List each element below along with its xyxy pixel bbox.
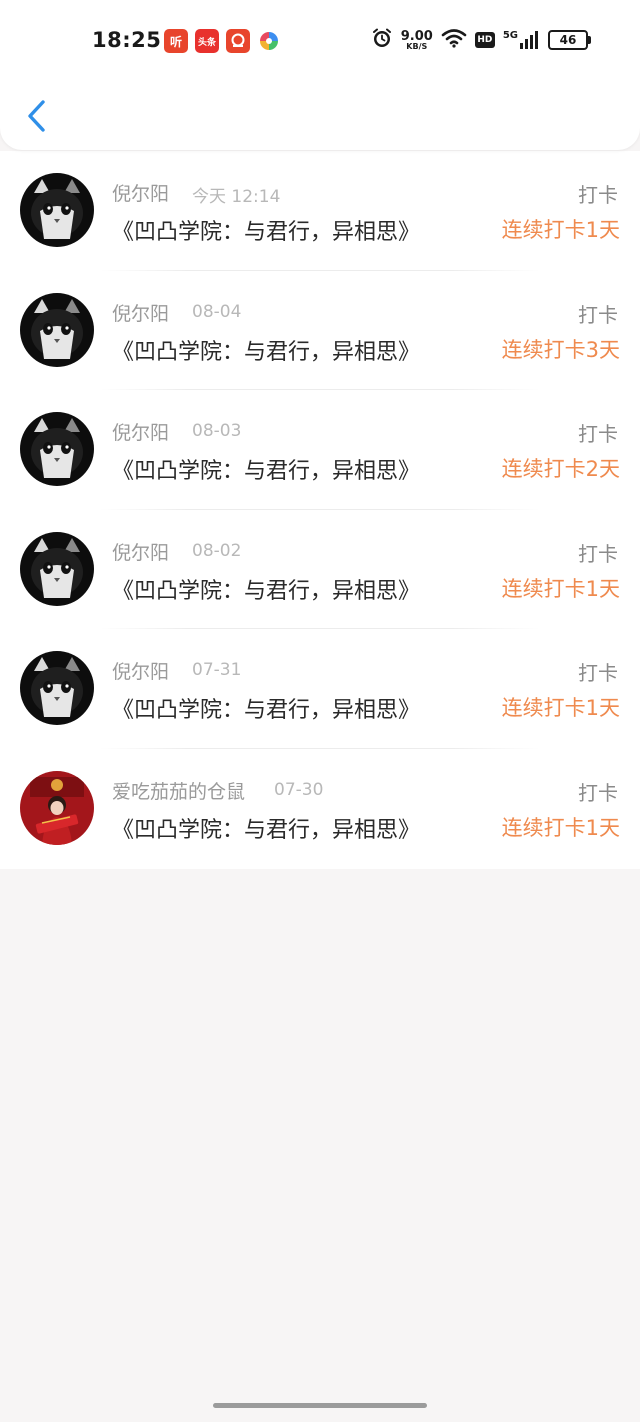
- toutiao-app-label: 头条: [197, 37, 216, 48]
- status-bar: 18:25 听 头条 9.00 KB/S HD 5G 46: [0, 0, 640, 82]
- streak-label: 连续打卡3天: [501, 337, 620, 362]
- checkin-date: 07-30: [274, 779, 324, 800]
- book-title: 《凹凸学院：与君行，异相思》: [112, 339, 421, 365]
- checkin-tag: 打卡: [578, 302, 618, 327]
- checkin-list: 倪尔阳 今天 12:14 《凹凸学院：与君行，异相思》 打卡 连续打卡1天 倪尔…: [0, 151, 640, 869]
- navigation-bar: [0, 82, 640, 150]
- status-time: 18:25: [92, 28, 162, 52]
- user-name: 倪尔阳: [112, 422, 170, 445]
- network-type-label: 5G: [502, 30, 518, 41]
- checkin-date: 今天 12:14: [192, 187, 281, 207]
- pinduoduo-app-icon: [226, 29, 250, 53]
- list-item[interactable]: 倪尔阳 08-04 《凹凸学院：与君行，异相思》 打卡 连续打卡3天: [0, 271, 640, 391]
- cellular-signal-icon: 5G: [503, 31, 540, 49]
- checkin-date: 07-31: [192, 660, 242, 681]
- user-avatar[interactable]: [20, 292, 94, 367]
- back-button[interactable]: [20, 96, 52, 136]
- user-name: 倪尔阳: [112, 302, 170, 325]
- list-item[interactable]: 倪尔阳 今天 12:14 《凹凸学院：与君行，异相思》 打卡 连续打卡1天: [0, 151, 640, 271]
- book-title: 《凹凸学院：与君行，异相思》: [112, 817, 421, 843]
- book-title: 《凹凸学院：与君行，异相思》: [112, 220, 421, 245]
- checkin-tag: 打卡: [578, 422, 618, 447]
- network-speed-value: 9.00: [400, 28, 433, 44]
- network-speed-unit: KB/S: [406, 41, 428, 51]
- streak-label: 连续打卡2天: [501, 457, 620, 482]
- checkin-date: 08-02: [192, 540, 242, 561]
- user-avatar[interactable]: [20, 651, 94, 726]
- user-avatar[interactable]: [20, 770, 94, 845]
- ting-app-label: 听: [169, 34, 182, 49]
- notification-icons: 听 头条: [164, 29, 281, 53]
- list-item[interactable]: 爱吃茄茄的仓鼠 07-30 《凹凸学院：与君行，异相思》 打卡 连续打卡1天: [0, 749, 640, 869]
- streak-label: 连续打卡1天: [501, 696, 620, 721]
- hd-badge: HD: [474, 32, 495, 48]
- user-name: 倪尔阳: [112, 541, 170, 564]
- system-icons: 9.00 KB/S HD 5G 46: [371, 27, 591, 53]
- pinwheel-app-icon: [257, 29, 281, 53]
- user-avatar[interactable]: [20, 531, 94, 606]
- user-avatar[interactable]: [20, 412, 94, 487]
- checkin-date: 08-03: [192, 421, 242, 442]
- list-item[interactable]: 倪尔阳 08-03 《凹凸学院：与君行，异相思》 打卡 连续打卡2天: [0, 390, 640, 510]
- list-item[interactable]: 倪尔阳 07-31 《凹凸学院：与君行，异相思》 打卡 连续打卡1天: [0, 629, 640, 749]
- user-name: 倪尔阳: [112, 661, 170, 684]
- user-avatar[interactable]: [20, 173, 94, 247]
- checkin-tag: 打卡: [578, 780, 618, 805]
- network-speed: 9.00 KB/S: [401, 30, 433, 51]
- streak-label: 连续打卡1天: [501, 218, 620, 242]
- checkin-date: 08-04: [192, 301, 242, 322]
- checkin-tag: 打卡: [578, 661, 618, 686]
- battery-indicator: 46: [548, 30, 591, 50]
- book-title: 《凹凸学院：与君行，异相思》: [112, 459, 421, 485]
- wifi-icon: [441, 28, 467, 52]
- user-name: 倪尔阳: [112, 183, 170, 205]
- list-item[interactable]: 倪尔阳 08-02 《凹凸学院：与君行，异相思》 打卡 连续打卡1天: [0, 510, 640, 630]
- checkin-tag: 打卡: [578, 541, 618, 566]
- book-title: 《凹凸学院：与君行，异相思》: [112, 578, 421, 604]
- streak-label: 连续打卡1天: [501, 815, 620, 840]
- home-indicator[interactable]: [213, 1403, 427, 1408]
- alarm-icon: [371, 27, 393, 53]
- chevron-left-icon: [28, 100, 45, 132]
- book-title: 《凹凸学院：与君行，异相思》: [112, 698, 421, 724]
- header: 18:25 听 头条 9.00 KB/S HD 5G 46: [0, 0, 640, 150]
- user-name: 爱吃茄茄的仓鼠: [112, 780, 246, 803]
- toutiao-app-icon: 头条: [195, 29, 219, 53]
- streak-label: 连续打卡1天: [501, 576, 620, 601]
- checkin-tag: 打卡: [578, 183, 618, 207]
- ting-app-icon: 听: [164, 29, 188, 53]
